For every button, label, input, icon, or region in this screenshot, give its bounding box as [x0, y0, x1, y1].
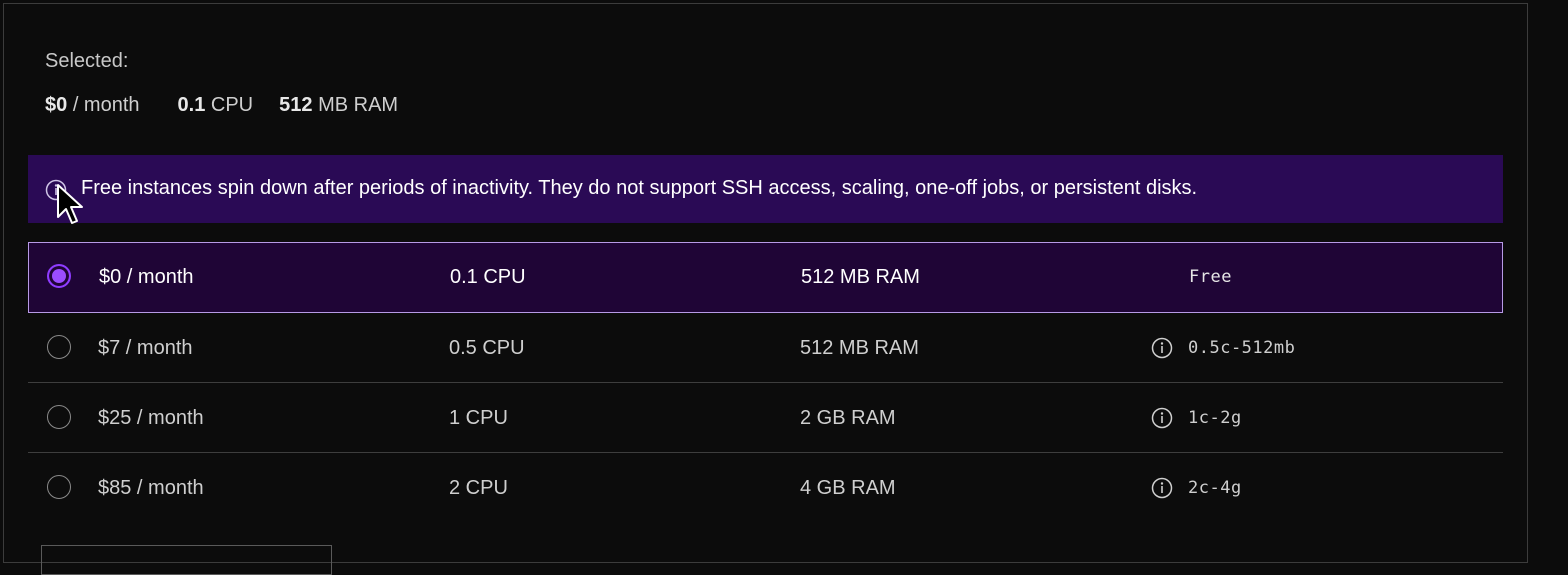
plan-cpu: 0.1 CPU [450, 266, 526, 288]
plan-tag: Free [1189, 267, 1232, 287]
plan-list: $0 / month 0.1 CPU 512 MB RAM Free $7 / … [28, 242, 1503, 523]
info-icon[interactable] [1151, 337, 1173, 359]
plan-tag: 1c-2g [1188, 408, 1242, 428]
summary-cpu-value: 0.1 [177, 94, 206, 116]
free-instance-notice: Free instances spin down after periods o… [28, 155, 1503, 223]
summary-price-unit: / month [72, 94, 140, 116]
plan-cpu: 0.5 CPU [449, 337, 525, 359]
notice-text: Free instances spin down after periods o… [81, 177, 1198, 199]
plan-ram: 512 MB RAM [801, 266, 920, 288]
info-icon[interactable] [1151, 477, 1173, 499]
plan-price: $25 / month [98, 407, 204, 429]
summary-cpu-unit: CPU [210, 94, 254, 116]
plan-price: $85 / month [98, 477, 204, 499]
plan-price: $0 / month [99, 266, 194, 288]
plan-price: $7 / month [98, 337, 193, 359]
plan-ram: 512 MB RAM [800, 337, 919, 359]
summary-ram-unit: MB RAM [318, 94, 399, 116]
plan-radio[interactable] [47, 475, 71, 499]
summary-cpu: 0.1 CPU [178, 94, 254, 117]
plan-row-starter[interactable]: $7 / month 0.5 CPU 512 MB RAM 0.5c-512mb [28, 313, 1503, 383]
summary-ram: 512 MB RAM [279, 94, 398, 117]
plan-cpu: 2 CPU [449, 477, 508, 499]
plan-radio[interactable] [47, 264, 71, 288]
plan-row-standard[interactable]: $25 / month 1 CPU 2 GB RAM 1c-2g [28, 383, 1503, 453]
plan-radio[interactable] [47, 335, 71, 359]
next-action-button[interactable] [41, 545, 332, 575]
plan-tag: 2c-4g [1188, 478, 1242, 498]
plan-row-free[interactable]: $0 / month 0.1 CPU 512 MB RAM Free [28, 242, 1503, 313]
summary-ram-value: 512 [279, 94, 313, 116]
info-icon [45, 179, 67, 201]
selected-summary: $0 / month 0.1 CPU 512 MB RAM [45, 94, 436, 117]
selected-label: Selected: [45, 50, 129, 72]
summary-price: $0 / month [45, 94, 140, 117]
plan-tag: 0.5c-512mb [1188, 338, 1296, 358]
info-icon[interactable] [1151, 407, 1173, 429]
plan-row-pro[interactable]: $85 / month 2 CPU 4 GB RAM 2c-4g [28, 453, 1503, 523]
summary-price-value: $0 [45, 94, 68, 116]
plan-ram: 4 GB RAM [800, 477, 896, 499]
plan-cpu: 1 CPU [449, 407, 508, 429]
plan-radio[interactable] [47, 405, 71, 429]
plan-ram: 2 GB RAM [800, 407, 896, 429]
